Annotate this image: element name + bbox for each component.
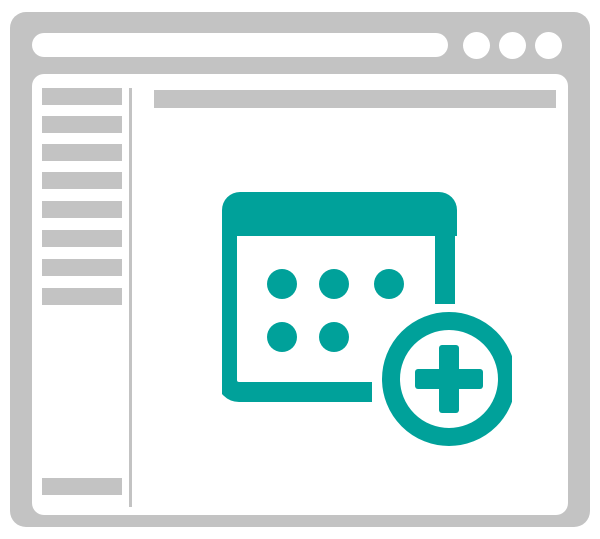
window-control-maximize[interactable]	[499, 32, 526, 59]
sidebar-divider	[129, 88, 132, 507]
address-bar[interactable]	[32, 33, 448, 57]
toolbar-placeholder	[154, 90, 556, 108]
sidebar-footer-item[interactable]	[42, 478, 122, 495]
sidebar-item[interactable]	[42, 144, 122, 161]
sidebar-item[interactable]	[42, 172, 122, 189]
app-window	[10, 12, 590, 527]
content-area	[32, 74, 568, 515]
sidebar-item[interactable]	[42, 259, 122, 276]
window-control-minimize[interactable]	[463, 32, 490, 59]
sidebar-item[interactable]	[42, 201, 122, 218]
sidebar-item[interactable]	[42, 288, 122, 305]
sidebar-item[interactable]	[42, 230, 122, 247]
sidebar-item[interactable]	[42, 88, 122, 105]
window-control-close[interactable]	[535, 32, 562, 59]
calendar-add-icon	[217, 192, 521, 459]
sidebar-item[interactable]	[42, 116, 122, 133]
